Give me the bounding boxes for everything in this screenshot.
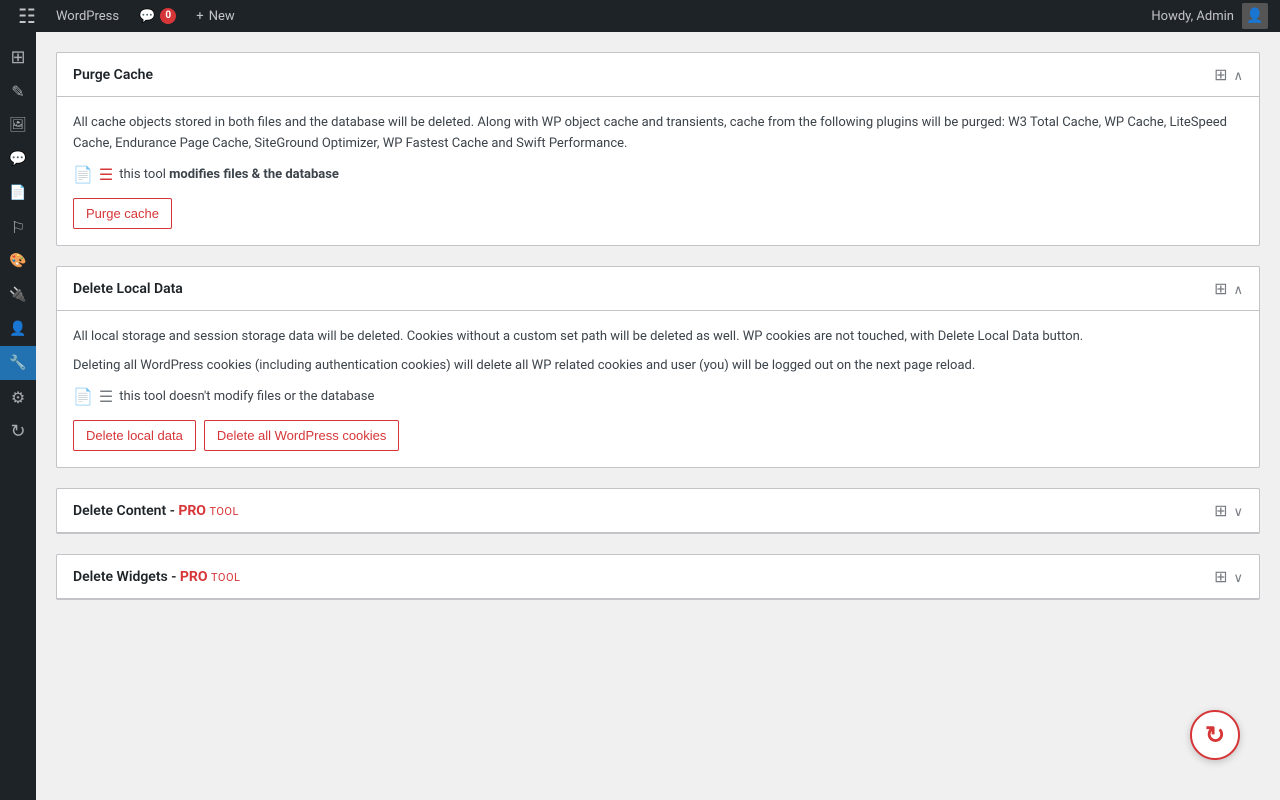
delete-local-data-meta: 📄 ☰ this tool doesn't modify files or th… <box>73 387 1243 406</box>
plugins-icon: 🔌 <box>9 287 26 303</box>
expand-delete-widgets-icon[interactable] <box>1233 567 1243 586</box>
admin-sidebar: ✎ 🖼 💬 📄 ⚐ 🎨 🔌 👤 🔧 ⚙ ↻ <box>0 32 36 800</box>
delete-content-title: Delete Content - PRO TOOL <box>73 503 239 519</box>
grid-view-icon-2[interactable] <box>1214 279 1227 298</box>
sidebar-item-tools[interactable]: 🔧 <box>0 346 36 380</box>
refresh-button[interactable]: ↻ <box>1190 710 1240 760</box>
howdy-item[interactable]: Howdy, Admin 👤 <box>1139 0 1280 32</box>
sidebar-item-settings[interactable]: ⚙ <box>0 380 36 414</box>
meta-text: this tool modifies files & the database <box>119 167 339 182</box>
howdy-text: Howdy, Admin <box>1151 9 1234 24</box>
sidebar-item-comments[interactable]: 💬 <box>0 142 36 176</box>
posts-icon: ✎ <box>11 82 24 101</box>
expand-delete-content-icon[interactable] <box>1233 501 1243 520</box>
grid-view-icon[interactable] <box>1214 65 1227 84</box>
admin-bar: ☷ WordPress 💬 0 + New Howdy, Admin 👤 <box>0 0 1280 32</box>
feedback-icon: ⚐ <box>11 218 25 237</box>
delete-local-data-title: Delete Local Data <box>73 281 183 297</box>
meta-text-2: this tool doesn't modify files or the da… <box>119 389 374 404</box>
plus-icon: + <box>196 9 203 24</box>
purge-cache-title: Purge Cache <box>73 67 153 83</box>
sidebar-item-feedback[interactable]: ⚐ <box>0 210 36 244</box>
sidebar-item-posts[interactable]: ✎ <box>0 74 36 108</box>
main-content: Purge Cache All cache objects stored in … <box>36 32 1280 800</box>
delete-local-data-button[interactable]: Delete local data <box>73 420 196 452</box>
delete-widgets-header: Delete Widgets - PRO TOOL <box>57 555 1259 599</box>
sidebar-item-media[interactable]: 🖼 <box>0 108 36 142</box>
delete-content-header-icons <box>1214 501 1243 520</box>
tools-icon: 🔧 <box>9 355 26 371</box>
database-icon: ☰ <box>99 165 113 184</box>
delete-widgets-pro-label: PRO <box>180 569 208 585</box>
delete-local-data-card: Delete Local Data All local storage and … <box>56 266 1260 468</box>
delete-local-data-actions: Delete local data Delete all WordPress c… <box>73 420 1243 452</box>
refresh-icon: ↻ <box>1205 721 1225 749</box>
file-icon-2: 📄 <box>73 387 93 406</box>
delete-local-data-body: All local storage and session storage da… <box>57 311 1259 467</box>
purge-cache-card: Purge Cache All cache objects stored in … <box>56 52 1260 246</box>
collapse-delete-local-data-icon[interactable] <box>1233 279 1243 298</box>
pages-icon: 📄 <box>9 185 26 201</box>
sidebar-item-appearance[interactable]: 🎨 <box>0 244 36 278</box>
delete-widgets-tool-label: TOOL <box>211 571 240 584</box>
delete-local-data-header: Delete Local Data <box>57 267 1259 311</box>
media-icon: 🖼 <box>9 117 27 133</box>
delete-content-pro-label: PRO <box>178 503 206 519</box>
grid-view-icon-4[interactable] <box>1214 567 1227 586</box>
sidebar-item-pages[interactable]: 📄 <box>0 176 36 210</box>
site-name-label: WordPress <box>56 9 119 24</box>
comments-count: 0 <box>160 8 176 24</box>
appearance-icon: 🎨 <box>9 253 26 269</box>
sidebar-item-updates[interactable]: ↻ <box>0 414 36 448</box>
delete-wp-cookies-button[interactable]: Delete all WordPress cookies <box>204 420 400 452</box>
purge-cache-actions: Purge cache <box>73 198 1243 230</box>
sidebar-item-users[interactable]: 👤 <box>0 312 36 346</box>
sidebar-item-dashboard[interactable] <box>0 40 36 74</box>
purge-cache-button[interactable]: Purge cache <box>73 198 172 230</box>
grid-view-icon-3[interactable] <box>1214 501 1227 520</box>
delete-widgets-title: Delete Widgets - PRO TOOL <box>73 569 240 585</box>
delete-content-card: Delete Content - PRO TOOL <box>56 488 1260 534</box>
avatar: 👤 <box>1242 3 1268 29</box>
comments-icon: 💬 <box>9 151 26 167</box>
new-label: New <box>209 9 235 24</box>
sidebar-item-plugins[interactable]: 🔌 <box>0 278 36 312</box>
delete-widgets-header-icons <box>1214 567 1243 586</box>
collapse-purge-cache-icon[interactable] <box>1233 65 1243 84</box>
dashboard-icon <box>10 47 25 68</box>
new-content-item[interactable]: + New <box>186 0 244 32</box>
database-icon-2: ☰ <box>99 387 113 406</box>
comments-item[interactable]: 💬 0 <box>129 0 186 32</box>
site-name-item[interactable]: WordPress <box>46 0 129 32</box>
delete-widgets-card: Delete Widgets - PRO TOOL <box>56 554 1260 600</box>
purge-cache-body: All cache objects stored in both files a… <box>57 97 1259 245</box>
delete-local-data-header-icons <box>1214 279 1243 298</box>
delete-local-data-desc2: Deleting all WordPress cookies (includin… <box>73 356 1243 377</box>
delete-content-tool-label: TOOL <box>209 505 238 518</box>
wp-logo-item[interactable]: ☷ <box>8 0 46 32</box>
purge-cache-description: All cache objects stored in both files a… <box>73 113 1243 155</box>
wp-logo-icon: ☷ <box>18 4 36 28</box>
purge-cache-meta: 📄 ☰ this tool modifies files & the datab… <box>73 165 1243 184</box>
purge-cache-header: Purge Cache <box>57 53 1259 97</box>
updates-icon: ↻ <box>10 421 25 442</box>
delete-local-data-desc1: All local storage and session storage da… <box>73 327 1243 348</box>
file-icon: 📄 <box>73 165 93 184</box>
settings-icon: ⚙ <box>11 388 25 407</box>
meta-strong: modifies files & the database <box>169 167 339 182</box>
delete-content-header: Delete Content - PRO TOOL <box>57 489 1259 533</box>
users-icon: 👤 <box>9 321 26 337</box>
purge-cache-header-icons <box>1214 65 1243 84</box>
comment-bubble-icon: 💬 <box>139 9 155 24</box>
